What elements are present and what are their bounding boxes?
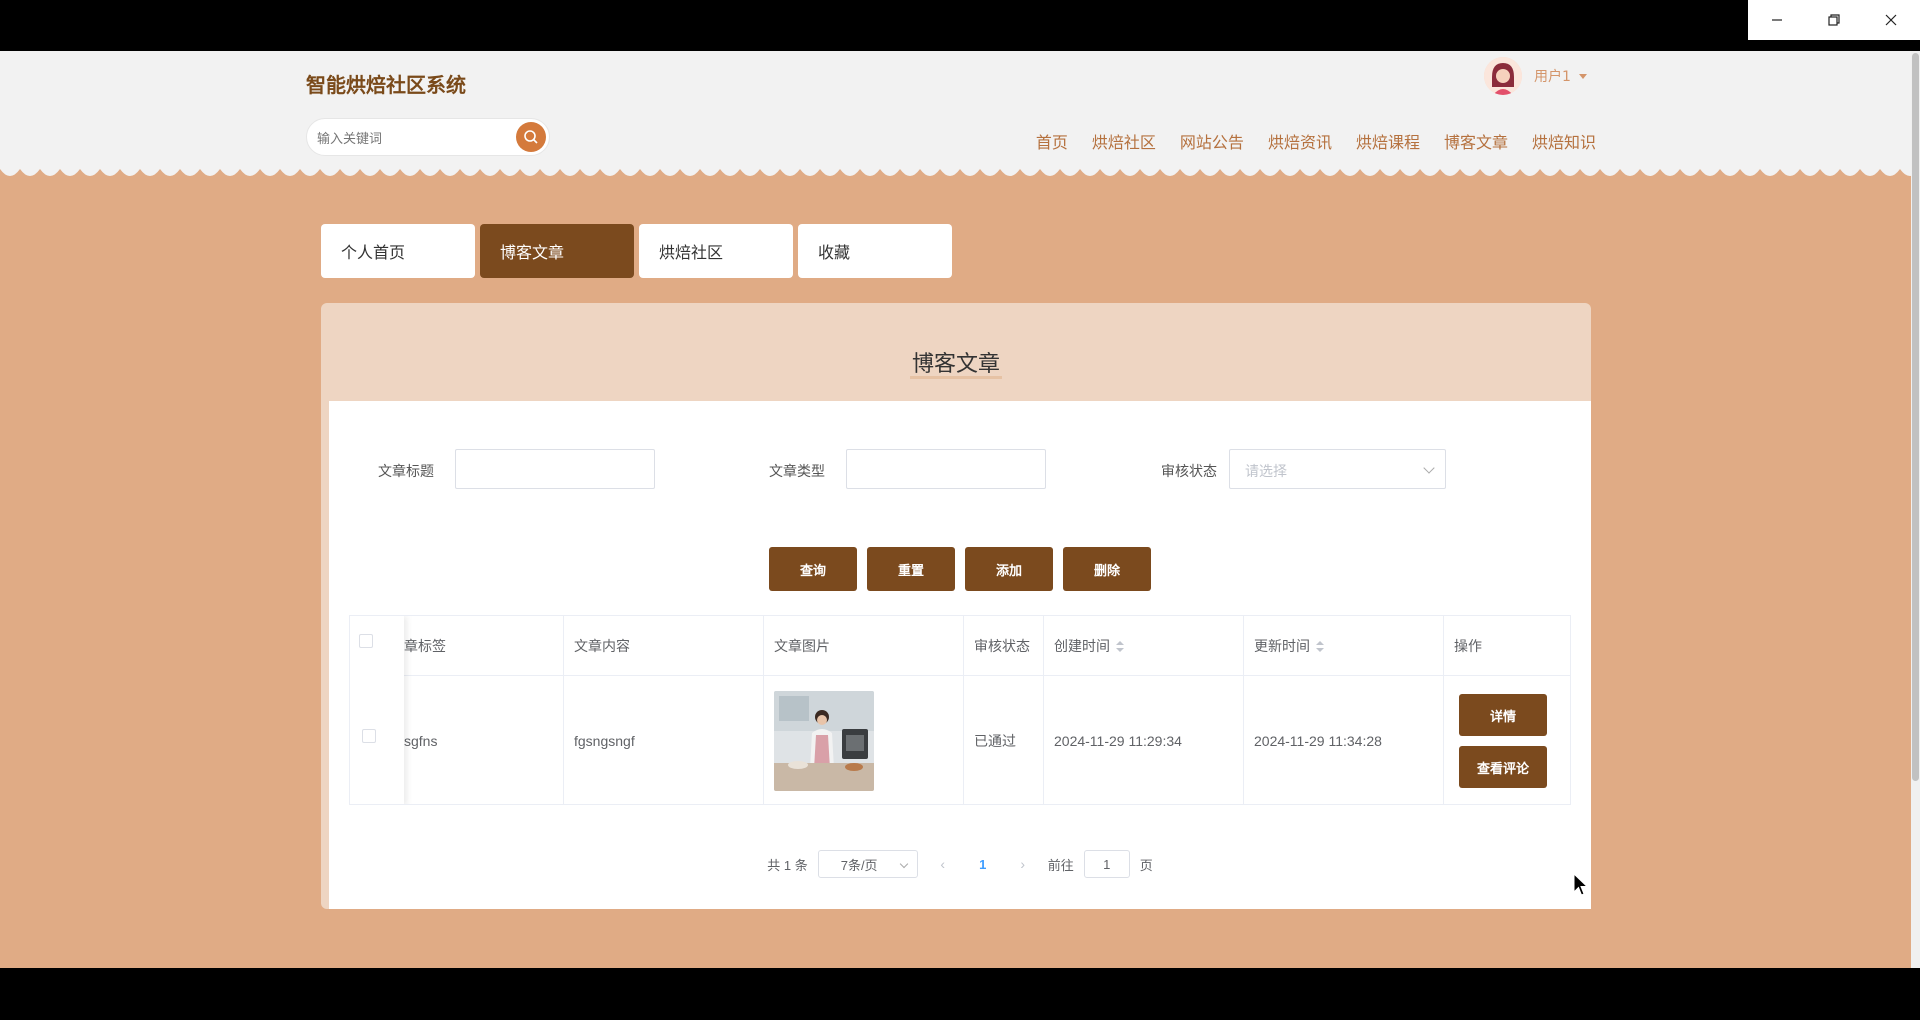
page-number-current[interactable]: 1	[968, 857, 998, 872]
row-content: fgsngsngf	[574, 733, 635, 749]
select-all-checkbox[interactable]	[359, 634, 373, 648]
nav-item-courses[interactable]: 烘焙课程	[1356, 129, 1420, 153]
filter-title-label: 文章标题	[378, 463, 434, 479]
query-button[interactable]: 查询	[769, 547, 857, 591]
nav-item-announcements[interactable]: 网站公告	[1180, 129, 1244, 153]
panel-content: 文章标题 文章类型 审核状态 请选择 查询 重置 添加 删除 章标签 文章内容 …	[329, 401, 1591, 909]
col-content: 文章内容	[564, 616, 764, 675]
screen-bottom-bar	[0, 968, 1920, 1020]
user-menu[interactable]: 用户1	[1484, 57, 1587, 95]
tab-baking-community[interactable]: 烘焙社区	[639, 224, 793, 278]
view-comments-button[interactable]: 查看评论	[1459, 746, 1547, 788]
col-created[interactable]: 创建时间	[1044, 616, 1244, 675]
row-status: 已通过	[974, 733, 1016, 749]
mouse-cursor-icon	[1573, 873, 1589, 896]
page-title: 博客文章	[909, 351, 1002, 379]
nav-item-news[interactable]: 烘焙资讯	[1268, 129, 1332, 153]
row-tag: sgfns	[404, 733, 438, 749]
filter-status-select[interactable]: 请选择	[1229, 449, 1446, 489]
tab-favorites[interactable]: 收藏	[798, 224, 952, 278]
prev-page-icon[interactable]: ‹	[928, 856, 958, 872]
pagination: 共 1 条 7条/页 ‹ 1 › 前往 1 页	[329, 850, 1591, 878]
sort-icon[interactable]	[1116, 640, 1124, 653]
window-titlebar	[0, 0, 1920, 51]
col-actions: 操作	[1454, 637, 1482, 654]
reset-button[interactable]: 重置	[867, 547, 955, 591]
close-icon[interactable]	[1862, 0, 1919, 40]
row-updated: 2024-11-29 11:34:28	[1254, 733, 1382, 749]
col-status: 审核状态	[964, 616, 1044, 675]
filter-status-label: 审核状态	[1161, 463, 1217, 479]
col-updated[interactable]: 更新时间	[1244, 616, 1444, 675]
site-title: 智能烘焙社区系统	[306, 73, 466, 97]
action-buttons: 查询 重置 添加 删除	[769, 547, 1151, 591]
table-header: 章标签 文章内容 文章图片 审核状态 创建时间 更新时间 操作	[350, 616, 1570, 676]
goto-page-input[interactable]: 1	[1083, 850, 1130, 878]
goto-prefix: 前往	[1047, 857, 1074, 873]
row-created: 2024-11-29 11:29:34	[1054, 733, 1182, 749]
delete-button[interactable]: 删除	[1063, 547, 1151, 591]
filter-type-label: 文章类型	[769, 463, 825, 479]
article-image[interactable]	[774, 691, 874, 791]
avatar	[1484, 57, 1522, 95]
nav-item-community[interactable]: 烘焙社区	[1092, 129, 1156, 153]
detail-button[interactable]: 详情	[1459, 694, 1547, 736]
pagination-total: 共 1 条	[767, 857, 808, 873]
profile-tabs: 个人首页 博客文章 烘焙社区 收藏	[321, 224, 952, 278]
chevron-down-icon	[1578, 73, 1587, 79]
nav-item-blog[interactable]: 博客文章	[1444, 129, 1508, 153]
window-controls	[1748, 0, 1920, 40]
selection-column	[350, 616, 404, 804]
site-header: 智能烘焙社区系统 用户1 首页 烘焙社区 网站公告 烘焙资	[0, 51, 1911, 169]
scrollbar-thumb[interactable]	[767, 804, 1571, 805]
blog-panel: 博客文章 文章标题 文章类型 审核状态 请选择 查询 重置 添加 删除 章标签 …	[321, 303, 1591, 909]
sort-icon[interactable]	[1316, 640, 1324, 653]
search-input[interactable]	[317, 128, 507, 148]
next-page-icon[interactable]: ›	[1008, 856, 1038, 872]
nav-item-home[interactable]: 首页	[1036, 129, 1068, 153]
filter-type-input[interactable]	[846, 449, 1046, 489]
add-button[interactable]: 添加	[965, 547, 1053, 591]
page-vertical-scrollbar[interactable]	[1911, 51, 1920, 968]
articles-table: 章标签 文章内容 文章图片 审核状态 创建时间 更新时间 操作 sgfns fg…	[349, 615, 1571, 805]
filter-status-placeholder: 请选择	[1245, 464, 1287, 480]
filter-title-input[interactable]	[455, 449, 655, 489]
col-tag: 章标签	[404, 616, 564, 675]
goto-suffix: 页	[1139, 857, 1153, 873]
page-size-select[interactable]: 7条/页	[817, 850, 918, 878]
chevron-down-icon	[1423, 462, 1435, 474]
row-checkbox[interactable]	[362, 729, 376, 743]
nav-item-knowledge[interactable]: 烘焙知识	[1532, 129, 1596, 153]
search-icon	[524, 130, 538, 144]
header-wave-divider	[0, 163, 1911, 176]
minimize-icon[interactable]	[1748, 0, 1805, 40]
table-horizontal-scrollbar[interactable]	[350, 804, 1570, 805]
table-row: sgfns fgsngsngf 已通过 2024-11-29 11:29:34 …	[350, 676, 1570, 804]
main-nav: 首页 烘焙社区 网站公告 烘焙资讯 烘焙课程 博客文章 烘焙知识	[1012, 129, 1596, 153]
chevron-down-icon	[899, 859, 908, 869]
tab-profile-home[interactable]: 个人首页	[321, 224, 475, 278]
page-viewport: 智能烘焙社区系统 用户1 首页 烘焙社区 网站公告 烘焙资	[0, 51, 1920, 968]
filter-bar: 文章标题 文章类型 审核状态 请选择	[329, 449, 1591, 491]
tab-blog-articles[interactable]: 博客文章	[480, 224, 634, 278]
restore-icon[interactable]	[1805, 0, 1862, 40]
search-box	[306, 118, 550, 156]
scrollbar-thumb[interactable]	[1912, 53, 1919, 781]
user-name: 用户1	[1534, 69, 1571, 85]
col-image: 文章图片	[764, 616, 964, 675]
search-button[interactable]	[516, 122, 546, 152]
